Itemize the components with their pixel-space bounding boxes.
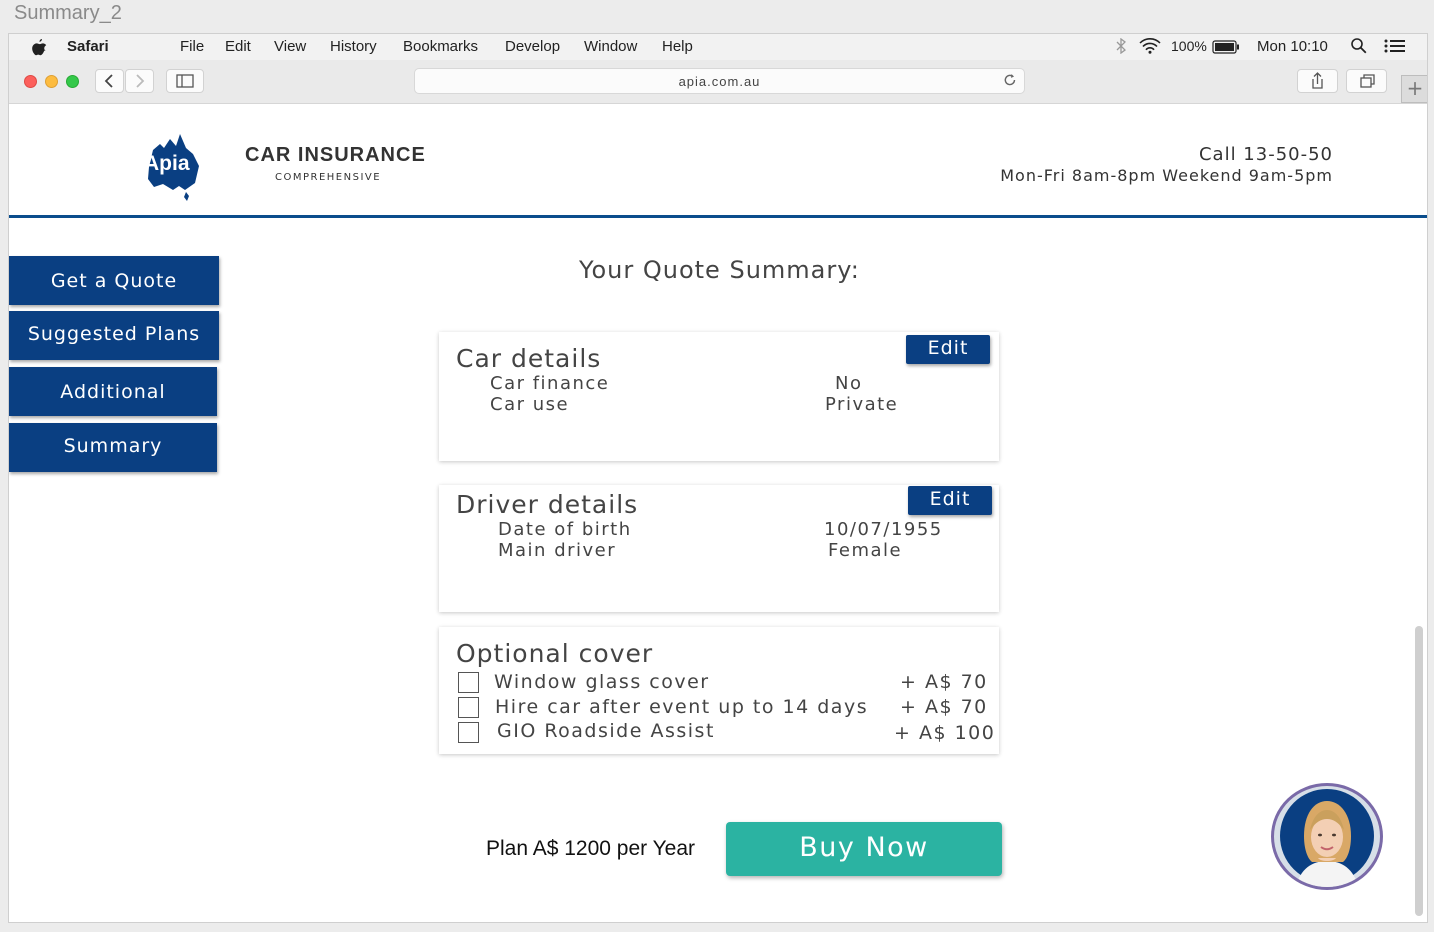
menu-bookmarks[interactable]: Bookmarks bbox=[403, 38, 478, 55]
sidebar-toggle-button[interactable] bbox=[166, 69, 204, 93]
chevron-right-icon bbox=[136, 74, 145, 88]
sidebar-icon bbox=[176, 74, 194, 88]
quote-summary-heading: Your Quote Summary: bbox=[579, 256, 860, 284]
nav-suggested-plans[interactable]: Suggested Plans bbox=[9, 311, 219, 360]
menu-window[interactable]: Window bbox=[584, 38, 637, 55]
svg-text:Apia: Apia bbox=[144, 152, 190, 175]
car-finance-label: Car finance bbox=[490, 373, 610, 394]
minimize-window-button[interactable] bbox=[45, 75, 58, 88]
app-menu-safari[interactable]: Safari bbox=[67, 38, 109, 55]
date-of-birth-value: 10/07/1955 bbox=[824, 519, 943, 540]
notification-center-icon[interactable] bbox=[1384, 39, 1406, 57]
menu-file[interactable]: File bbox=[180, 38, 204, 55]
contact-hours: Mon-Fri 8am-8pm Weekend 9am-5pm bbox=[1000, 166, 1333, 185]
share-button[interactable] bbox=[1297, 69, 1338, 93]
bluetooth-icon[interactable] bbox=[1115, 37, 1127, 58]
product-subtitle: COMPREHENSIVE bbox=[275, 172, 382, 183]
menu-view[interactable]: View bbox=[274, 38, 306, 55]
menu-help[interactable]: Help bbox=[662, 38, 693, 55]
browser-window: Safari File Edit View History Bookmarks … bbox=[8, 33, 1428, 923]
roadside-assist-label: GIO Roadside Assist bbox=[497, 720, 715, 742]
chevron-left-icon bbox=[104, 74, 113, 88]
page-scrollbar[interactable] bbox=[1415, 626, 1423, 916]
nav-get-a-quote[interactable]: Get a Quote bbox=[9, 256, 219, 305]
roadside-assist-price: + A$ 100 bbox=[894, 722, 996, 744]
show-tabs-button[interactable] bbox=[1346, 69, 1387, 93]
plan-price: Plan A$ 1200 per Year bbox=[486, 837, 696, 860]
car-use-label: Car use bbox=[490, 394, 570, 415]
browser-toolbar: apia.com.au bbox=[9, 60, 1427, 104]
battery-icon[interactable] bbox=[1212, 40, 1240, 58]
spotlight-search-icon[interactable] bbox=[1350, 37, 1368, 59]
roadside-assist-checkbox[interactable] bbox=[458, 722, 479, 743]
car-use-value: Private bbox=[825, 394, 899, 415]
url-text: apia.com.au bbox=[678, 74, 761, 89]
battery-percent: 100% bbox=[1171, 38, 1207, 54]
address-bar[interactable]: apia.com.au bbox=[414, 68, 1025, 94]
hire-car-price: + A$ 70 bbox=[900, 696, 988, 718]
driver-details-card: Driver details Edit Date of birth 10/07/… bbox=[439, 485, 999, 612]
new-tab-plus-icon[interactable]: + bbox=[1401, 75, 1427, 103]
edit-car-details-button[interactable]: Edit bbox=[906, 335, 990, 364]
apple-icon[interactable] bbox=[31, 38, 47, 60]
share-icon bbox=[1312, 72, 1323, 89]
nav-additional-questions[interactable]: Additional Questions bbox=[9, 367, 217, 454]
date-of-birth-label: Date of birth bbox=[498, 519, 632, 540]
forward-button[interactable] bbox=[125, 69, 154, 93]
window-glass-price: + A$ 70 bbox=[900, 671, 988, 693]
buy-now-button[interactable]: Buy Now bbox=[726, 822, 1002, 876]
edit-driver-details-button[interactable]: Edit bbox=[908, 486, 992, 515]
driver-details-title: Driver details bbox=[456, 490, 639, 519]
menu-develop[interactable]: Develop bbox=[505, 38, 560, 55]
chat-assistant-avatar[interactable] bbox=[1271, 783, 1383, 890]
product-title: CAR INSURANCE bbox=[245, 144, 426, 166]
reload-icon[interactable] bbox=[1002, 71, 1018, 97]
zoom-window-button[interactable] bbox=[66, 75, 79, 88]
car-details-title: Car details bbox=[456, 344, 602, 373]
document-title: Summary_2 bbox=[14, 2, 122, 24]
main-driver-value: Female bbox=[828, 540, 903, 561]
optional-cover-card: Optional cover Window glass cover + A$ 7… bbox=[439, 627, 999, 754]
menu-edit[interactable]: Edit bbox=[225, 38, 251, 55]
hire-car-label: Hire car after event up to 14 days bbox=[495, 696, 869, 718]
car-details-card: Car details Edit Car finance No Car use … bbox=[439, 332, 999, 461]
window-glass-checkbox[interactable] bbox=[458, 672, 479, 693]
menubar-clock[interactable]: Mon 10:10 bbox=[1257, 38, 1328, 55]
wifi-icon[interactable] bbox=[1139, 38, 1161, 58]
contact-phone[interactable]: Call 13-50-50 bbox=[1199, 144, 1333, 165]
apia-logo[interactable]: Apia bbox=[133, 132, 205, 206]
menu-history[interactable]: History bbox=[330, 38, 377, 55]
tabs-icon bbox=[1360, 74, 1375, 88]
nav-summary[interactable]: Summary bbox=[9, 423, 217, 472]
menu-bar: Safari File Edit View History Bookmarks … bbox=[9, 34, 1427, 60]
main-driver-label: Main driver bbox=[498, 540, 617, 561]
window-glass-label: Window glass cover bbox=[494, 671, 710, 693]
hire-car-checkbox[interactable] bbox=[458, 697, 479, 718]
car-finance-value: No bbox=[835, 373, 863, 394]
back-button[interactable] bbox=[95, 69, 124, 93]
site-header: Apia CAR INSURANCE COMPREHENSIVE Call 13… bbox=[9, 104, 1427, 218]
optional-cover-title: Optional cover bbox=[456, 639, 654, 668]
close-window-button[interactable] bbox=[24, 75, 37, 88]
